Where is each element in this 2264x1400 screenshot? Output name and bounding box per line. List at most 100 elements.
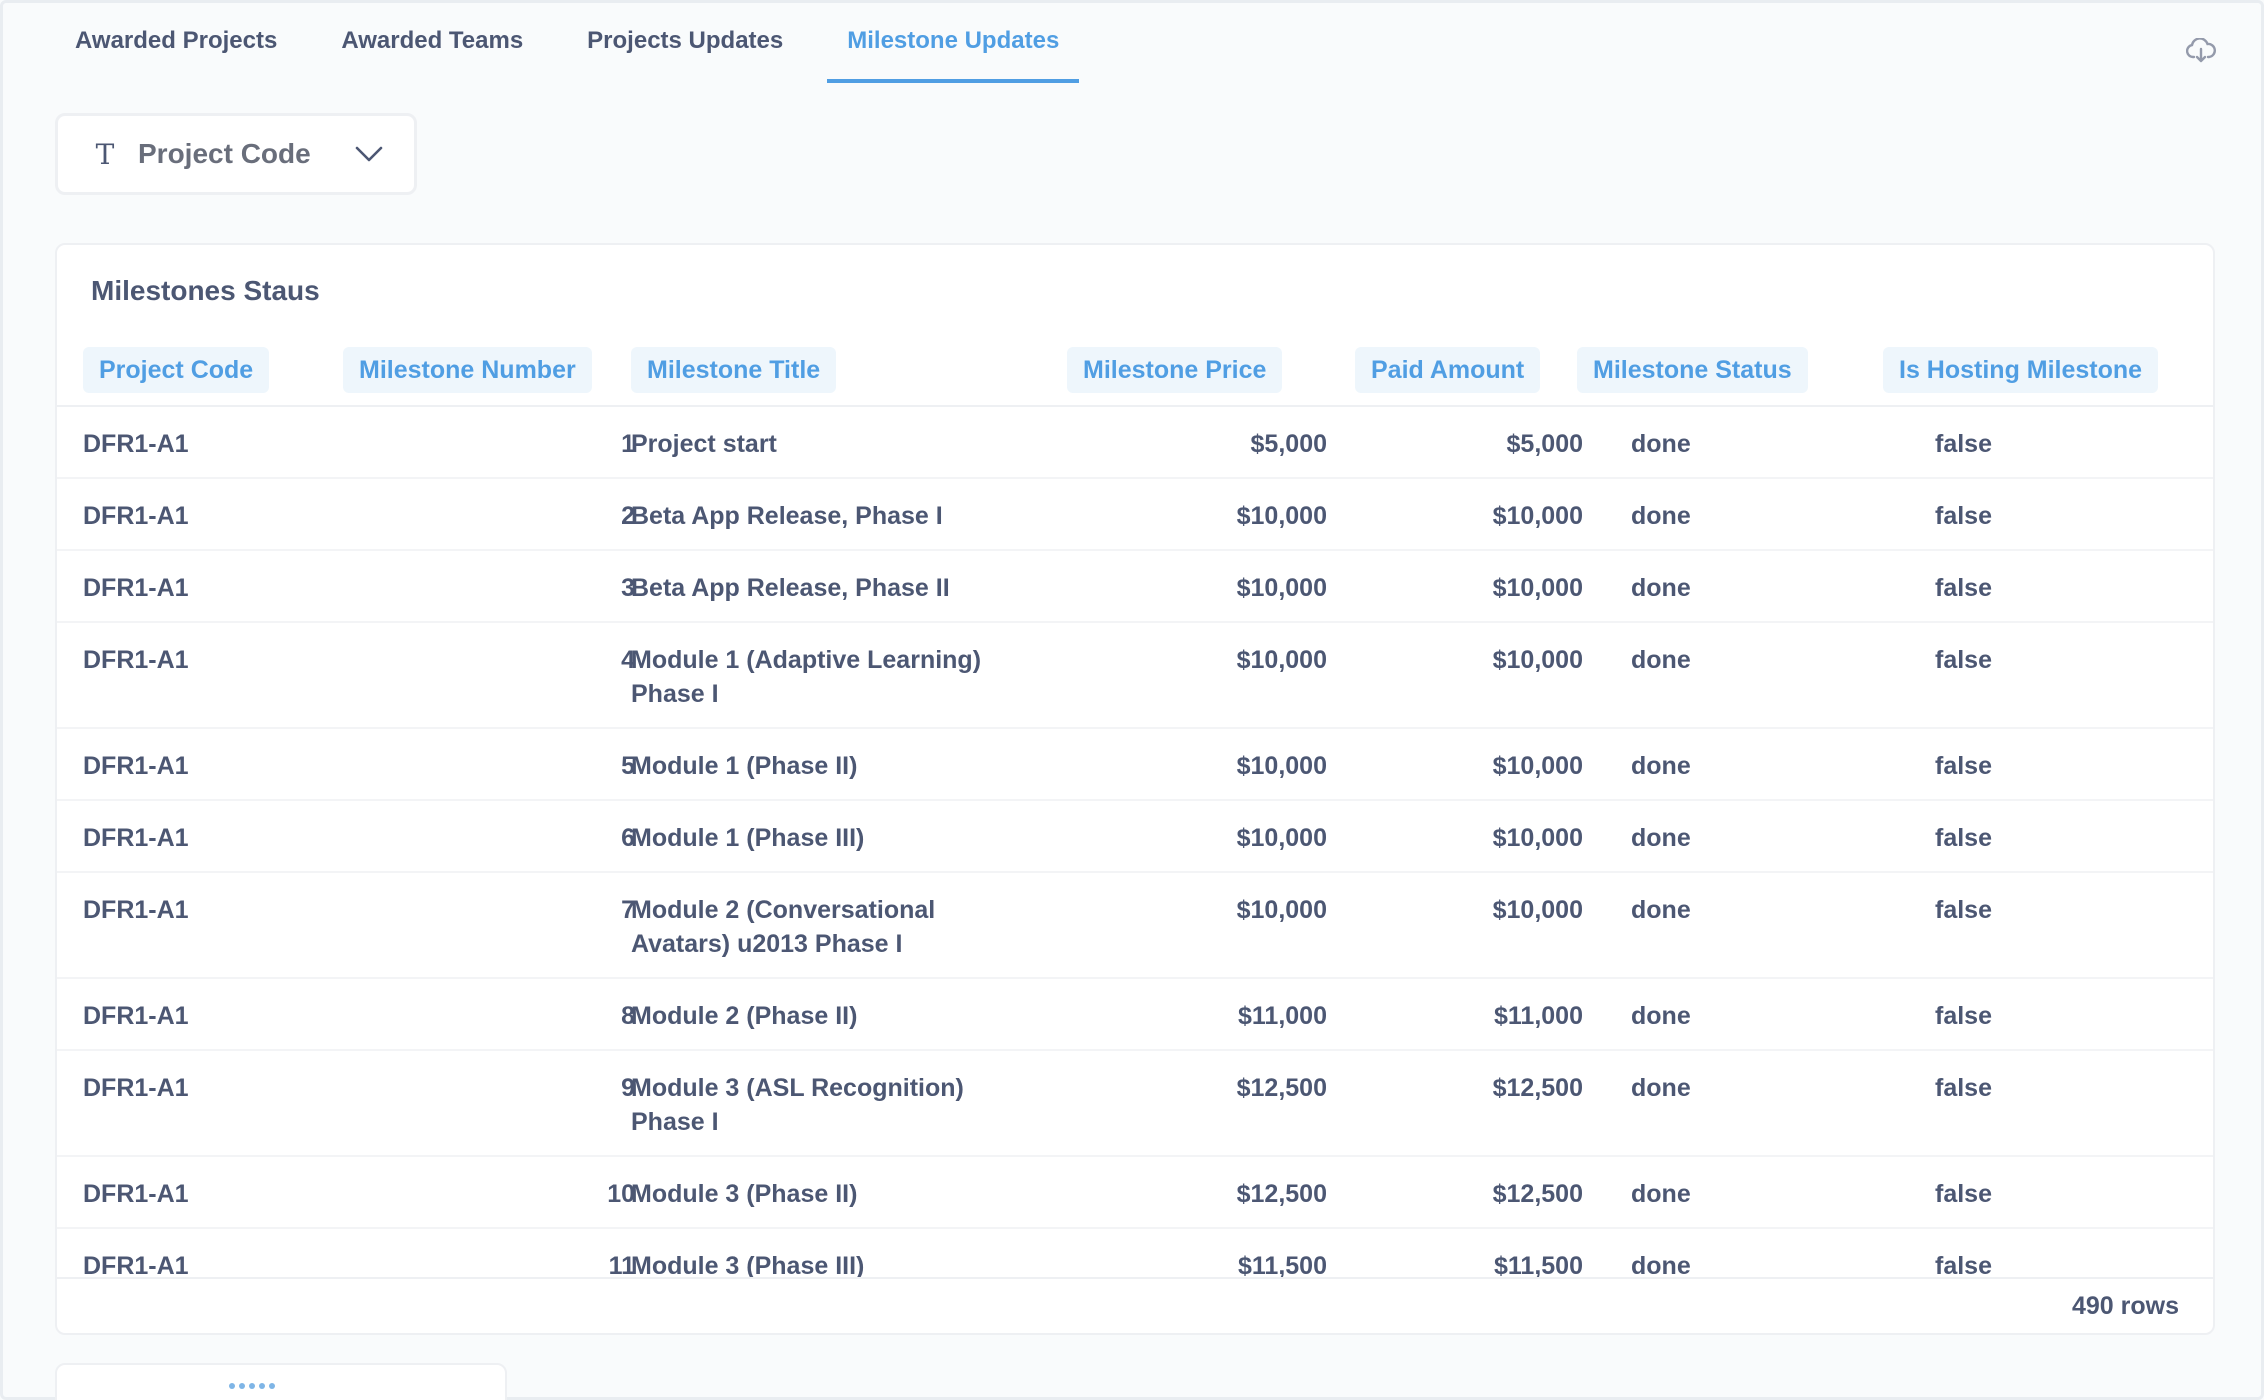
tab-awarded-projects[interactable]: Awarded Projects [55, 3, 297, 83]
cell-is-hosting-milestone: false [1935, 502, 1992, 530]
cell-milestone-number: 2 [621, 502, 635, 530]
table-body: DFR1-A1 1 Project start $5,000 $5,000 done fal… [57, 407, 2213, 1279]
cell-project-code: DFR1-A1 [83, 574, 189, 602]
cell-milestone-status: done [1631, 574, 1691, 602]
cell-paid-amount: $11,500 [1494, 1252, 1583, 1279]
cell-is-hosting-milestone: false [1935, 1074, 1992, 1102]
cell-paid-amount: $5,000 [1506, 430, 1583, 458]
cell-is-hosting-milestone: false [1935, 1180, 1992, 1208]
cell-milestone-price: $10,000 [1236, 824, 1327, 852]
cell-is-hosting-milestone: false [1935, 1002, 1992, 1030]
cell-milestone-status: done [1631, 1252, 1691, 1279]
tab-awarded-teams[interactable]: Awarded Teams [321, 3, 543, 83]
dashboard-frame: Awarded Projects Awarded Teams Projects … [0, 0, 2264, 1400]
cell-milestone-number: 1 [621, 430, 635, 458]
cell-paid-amount: $10,000 [1492, 574, 1583, 602]
cell-paid-amount: $10,000 [1492, 502, 1583, 530]
cell-paid-amount: $10,000 [1492, 896, 1583, 924]
cell-milestone-price: $10,000 [1236, 752, 1327, 780]
cell-milestone-number: 10 [607, 1180, 635, 1208]
project-code-filter[interactable]: T Project Code [55, 113, 417, 195]
column-header-milestone-title[interactable]: Milestone Title [631, 347, 837, 393]
cell-milestone-number: 5 [621, 752, 635, 780]
cell-project-code: DFR1-A1 [83, 646, 189, 674]
cell-is-hosting-milestone: false [1935, 752, 1992, 780]
cell-milestone-number: 9 [621, 1074, 635, 1102]
cell-milestone-price: $11,500 [1238, 1252, 1327, 1279]
cell-milestone-price: $5,000 [1250, 430, 1327, 458]
card-title: Milestones Staus [91, 275, 320, 306]
cell-milestone-status: done [1631, 824, 1691, 852]
cell-milestone-title: Beta App Release, Phase II [631, 574, 950, 602]
cell-is-hosting-milestone: false [1935, 824, 1992, 852]
tab-milestone-updates[interactable]: Milestone Updates [827, 3, 1080, 83]
cell-milestone-title: Module 1 (Phase II) [631, 752, 858, 780]
cell-is-hosting-milestone: false [1935, 430, 1992, 458]
cell-milestone-price: $10,000 [1236, 646, 1327, 674]
cell-project-code: DFR1-A1 [83, 502, 189, 530]
cell-paid-amount: $10,000 [1492, 646, 1583, 674]
download-button[interactable] [2183, 33, 2219, 69]
cell-project-code: DFR1-A1 [83, 430, 189, 458]
cell-milestone-price: $11,000 [1238, 1002, 1327, 1030]
cell-paid-amount: $12,500 [1492, 1074, 1583, 1102]
loading-dots-icon [229, 1383, 275, 1389]
table-row: DFR1-A1 10 Module 3 (Phase II) $12,500 $12,5… [57, 1157, 2213, 1229]
tab-bar: Awarded Projects Awarded Teams Projects … [55, 3, 1103, 85]
cell-project-code: DFR1-A1 [83, 1180, 189, 1208]
cell-milestone-number: 11 [608, 1252, 635, 1279]
column-header-milestone-price[interactable]: Milestone Price [1067, 347, 1283, 393]
cloud-download-icon [2186, 38, 2216, 63]
cell-milestone-number: 8 [621, 1002, 635, 1030]
cell-milestone-title: Module 3 (ASL Recognition) Phase I [631, 1074, 964, 1136]
cell-is-hosting-milestone: false [1935, 896, 1992, 924]
table-row: DFR1-A1 7 Module 2 (Conversational Avatars… [57, 873, 2213, 979]
cell-project-code: DFR1-A1 [83, 896, 189, 924]
cell-milestone-title: Project start [631, 430, 777, 458]
column-header-is-hosting-milestone[interactable]: Is Hosting Milestone [1883, 347, 2159, 393]
cell-milestone-price: $12,500 [1236, 1074, 1327, 1102]
cell-milestone-title: Module 3 (Phase III) [631, 1252, 865, 1279]
cell-project-code: DFR1-A1 [83, 1002, 189, 1030]
cell-milestone-number: 3 [621, 574, 635, 602]
cell-milestone-number: 4 [621, 646, 635, 674]
cell-project-code: DFR1-A1 [83, 1074, 189, 1102]
cell-milestone-status: done [1631, 1074, 1691, 1102]
table-row: DFR1-A1 6 Module 1 (Phase III) $10,000 $10,0… [57, 801, 2213, 873]
cell-milestone-number: 7 [621, 896, 635, 924]
milestones-card: Milestones Staus Project Code Milestone … [55, 243, 2215, 1335]
table-row: DFR1-A1 3 Beta App Release, Phase II $10,00… [57, 551, 2213, 623]
column-header-milestone-number[interactable]: Milestone Number [343, 347, 592, 393]
table-row: DFR1-A1 8 Module 2 (Phase II) $11,000 $11,00… [57, 979, 2213, 1051]
milestones-table: Project Code Milestone Number Milestone … [57, 337, 2213, 1279]
cell-milestone-number: 6 [621, 824, 635, 852]
table-row: DFR1-A1 4 Module 1 (Adaptive Learning) Pha… [57, 623, 2213, 729]
column-header-paid-amount[interactable]: Paid Amount [1355, 347, 1541, 393]
cell-project-code: DFR1-A1 [83, 1252, 189, 1279]
cell-is-hosting-milestone: false [1935, 646, 1992, 674]
cell-milestone-price: $12,500 [1236, 1180, 1327, 1208]
cell-milestone-title: Module 1 (Adaptive Learning) Phase I [631, 646, 982, 708]
table-row: DFR1-A1 2 Beta App Release, Phase I $10,000… [57, 479, 2213, 551]
filter-label: Project Code [138, 138, 311, 169]
cell-milestone-status: done [1631, 646, 1691, 674]
cell-milestone-status: done [1631, 430, 1691, 458]
table-header: Project Code Milestone Number Milestone … [57, 337, 2213, 407]
cell-milestone-title: Module 2 (Conversational Avatars) u2013 … [631, 896, 936, 958]
cell-milestone-price: $10,000 [1236, 502, 1327, 530]
table-row: DFR1-A1 11 Module 3 (Phase III) $11,500 $11,… [57, 1229, 2213, 1279]
cell-paid-amount: $11,000 [1494, 1002, 1583, 1030]
cell-milestone-title: Module 1 (Phase III) [631, 824, 865, 852]
cell-milestone-status: done [1631, 1180, 1691, 1208]
cell-milestone-status: done [1631, 502, 1691, 530]
tab-projects-updates[interactable]: Projects Updates [567, 3, 803, 83]
cell-project-code: DFR1-A1 [83, 824, 189, 852]
cell-milestone-title: Module 2 (Phase II) [631, 1002, 858, 1030]
cell-milestone-price: $10,000 [1236, 896, 1327, 924]
cell-is-hosting-milestone: false [1935, 1252, 1992, 1279]
cell-project-code: DFR1-A1 [83, 752, 189, 780]
cell-milestone-status: done [1631, 1002, 1691, 1030]
column-header-project-code[interactable]: Project Code [83, 347, 270, 393]
column-header-milestone-status[interactable]: Milestone Status [1577, 347, 1808, 393]
cell-is-hosting-milestone: false [1935, 574, 1992, 602]
